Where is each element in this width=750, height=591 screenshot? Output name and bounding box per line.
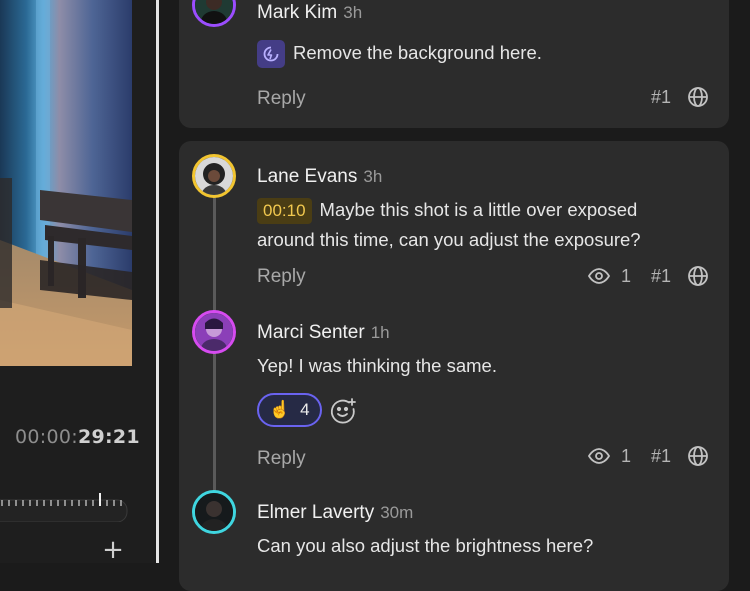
reaction-count: 4 <box>300 400 310 419</box>
reply-button[interactable]: Reply <box>257 448 306 470</box>
comment-thread-card: Lane Evans 3h 00:10 Maybe this shot is a l… <box>179 141 729 591</box>
avatar[interactable] <box>192 490 236 534</box>
comment-text: Yep! I was thinking the same. <box>257 351 697 381</box>
version-label: #1 <box>650 86 671 107</box>
timecode-display: 00:00:29:21 <box>15 426 140 448</box>
comment-author[interactable]: Mark Kim 3h <box>257 2 362 24</box>
view-count: 1 <box>620 445 631 466</box>
globe-icon[interactable] <box>687 265 709 287</box>
avatar[interactable] <box>192 0 236 27</box>
eye-icon <box>587 447 611 465</box>
eye-icon <box>587 267 611 285</box>
remove-background-icon <box>257 40 285 69</box>
add-emoji-icon <box>329 397 357 425</box>
reply-button[interactable]: Reply <box>257 88 306 110</box>
author-name: Marci Senter <box>257 322 365 343</box>
add-button[interactable]: + <box>100 537 126 563</box>
globe-icon[interactable] <box>687 86 709 108</box>
author-name: Elmer Laverty <box>257 502 375 523</box>
author-name: Lane Evans <box>257 166 358 187</box>
comment-body: Yep! I was thinking the same. <box>257 355 497 376</box>
comment-body: Can you also adjust the brightness here? <box>257 535 594 556</box>
author-name: Mark Kim <box>257 2 338 23</box>
add-reaction-button[interactable] <box>329 397 357 430</box>
pointing-up-emoji-icon: ☝️ <box>269 400 291 419</box>
comment-meta: 1 #1 <box>587 445 709 467</box>
timecode-seconds-frames: 29:21 <box>77 426 140 448</box>
reply-button[interactable]: Reply <box>257 266 306 288</box>
thread-line <box>213 197 216 312</box>
comment-text: Remove the background here. <box>257 38 697 69</box>
comment-text: Can you also adjust the brightness here? <box>257 531 697 561</box>
avatar[interactable] <box>192 310 236 354</box>
comment-body: Maybe this shot is a little over exposed… <box>257 199 641 250</box>
version-label: #1 <box>650 445 671 466</box>
comment-time: 3h <box>363 167 383 186</box>
reaction-pill[interactable]: ☝️ 4 <box>257 393 322 427</box>
comment-time: 3h <box>343 3 363 22</box>
comment-meta: 1 #1 <box>587 265 709 287</box>
comment-author[interactable]: Elmer Laverty 30m <box>257 502 413 524</box>
comment-time: 30m <box>380 503 414 522</box>
comment-author[interactable]: Marci Senter 1h <box>257 322 390 344</box>
video-still-image <box>0 0 132 366</box>
timeline-scrubber[interactable] <box>0 490 128 523</box>
comment-card: Mark Kim 3h Remove the background here. R… <box>179 0 729 128</box>
comment-meta: #1 <box>651 86 709 108</box>
view-count: 1 <box>620 265 631 286</box>
globe-icon[interactable] <box>687 445 709 467</box>
comment-text: 00:10 Maybe this shot is a little over ex… <box>257 195 697 255</box>
comment-time: 1h <box>370 323 390 342</box>
avatar[interactable] <box>192 154 236 198</box>
comment-body: Remove the background here. <box>293 42 542 63</box>
video-preview[interactable] <box>0 0 132 366</box>
video-panel: 00:00:29:21 + <box>0 0 155 563</box>
timecode-hours-minutes: 00:00: <box>15 426 78 448</box>
timestamp-badge[interactable]: 00:10 <box>257 198 312 224</box>
comment-author[interactable]: Lane Evans 3h <box>257 166 382 188</box>
version-label: #1 <box>650 265 671 286</box>
thread-line <box>213 353 216 491</box>
